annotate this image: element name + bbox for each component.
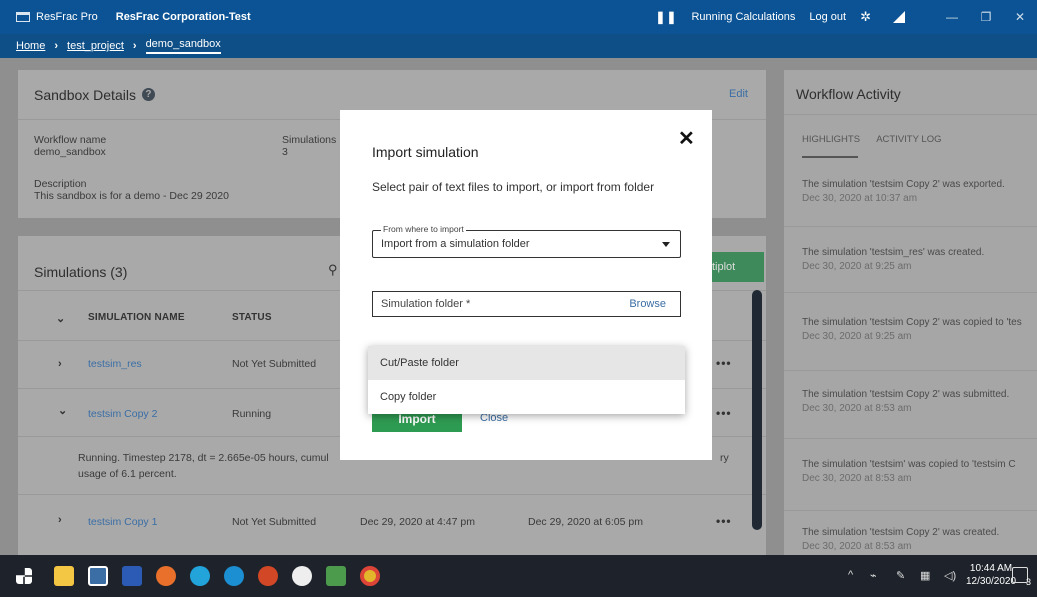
option-cut-paste-folder[interactable]: Cut/Paste folder [368,346,685,380]
more-options-icon[interactable]: ••• [716,514,732,528]
breadcrumb-home[interactable]: Home [16,40,45,52]
dialog-subtitle: Select pair of text files to import, or … [372,180,655,194]
file-explorer-icon[interactable] [54,566,74,586]
edge-icon[interactable] [224,566,244,586]
signal-icon [893,11,905,23]
taskbar: ^ ⌁ ✎ ▦ ◁) 10:44 AM 12/30/2020 3 [0,555,1037,597]
activity-item: The simulation 'testsim_res' was created… [802,247,985,272]
app-name: ResFrac Pro [36,11,98,23]
simulations-title: Simulations (3) [34,264,128,280]
simulation-folder-field[interactable]: Simulation folder * Browse [372,291,681,317]
sandbox-details-title: Sandbox Details [34,86,136,103]
import-source-label: From where to import [381,224,466,234]
close-window-button[interactable]: ✕ [1003,10,1037,24]
organization-name[interactable]: ResFrac Corporation-Test [116,11,251,23]
notification-icon[interactable]: 3 [1012,567,1031,587]
activity-item: The simulation 'testsim' was copied to '… [802,459,1016,484]
chevron-right-icon[interactable]: › [58,514,62,526]
volume-icon[interactable]: ◁) [944,569,956,582]
active-tab-indicator [802,156,858,158]
chrome-icon[interactable] [360,566,380,586]
word-icon[interactable] [122,566,142,586]
option-copy-folder[interactable]: Copy folder [368,380,685,414]
title-bar: ResFrac Pro ResFrac Corporation-Test ❚❚ … [0,0,1037,34]
description-label: Description [34,178,87,190]
gear-icon[interactable]: ✲ [860,9,871,25]
chevron-right-icon: › [132,40,137,52]
chevron-down-icon[interactable]: ⌄ [56,312,65,325]
firefox-icon[interactable] [156,566,176,586]
more-options-icon[interactable]: ••• [716,356,732,370]
app-tray-icon[interactable]: ▦ [920,569,930,582]
running-status-note: Running. Timestep 2178, dt = 2.665e-05 h… [78,452,329,464]
simulation-created: Dec 29, 2020 at 4:47 pm [360,516,475,528]
search-icon[interactable]: ⚲ [328,262,338,278]
more-options-icon[interactable]: ••• [716,406,732,420]
maximize-button[interactable]: ❐ [969,10,1003,24]
help-icon[interactable]: ? [141,88,155,101]
dialog-title: Import simulation [372,144,479,160]
tab-activity-log[interactable]: ACTIVITY LOG [876,134,941,145]
chevron-right-icon[interactable]: › [58,358,62,370]
import-method-dropdown: Cut/Paste folder Copy folder [368,346,685,414]
simulation-name-link[interactable]: testsim Copy 2 [88,408,157,420]
app-logo-icon [16,12,30,22]
minimize-button[interactable]: — [935,10,969,24]
simulation-status: Running [232,408,272,420]
workflow-activity-title: Workflow Activity [796,86,901,102]
activity-item: The simulation 'testsim Copy 2' was copi… [802,317,1022,342]
app-icon[interactable] [292,566,312,586]
import-source-value: Import from a simulation folder [381,238,530,250]
dropdown-arrow-icon[interactable] [662,242,670,247]
breadcrumb-project[interactable]: test_project [67,40,124,52]
simulations-count: 3 [282,146,288,158]
pause-icon[interactable]: ❚❚ [655,10,677,24]
running-calculations-link[interactable]: Running Calculations [691,11,795,23]
close-icon[interactable]: ✕ [678,126,695,151]
system-clock[interactable]: 10:44 AM 12/30/2020 [966,562,1016,588]
browser-icon[interactable] [190,566,210,586]
breadcrumb-current: demo_sandbox [145,38,221,54]
notepad-icon[interactable] [326,566,346,586]
edit-button[interactable]: Edit [729,88,748,100]
activity-item: The simulation 'testsim Copy 2' was crea… [802,527,1000,552]
simulation-folder-placeholder: Simulation folder * [381,298,471,310]
chevron-down-icon[interactable]: ⌄ [58,404,67,417]
pen-icon[interactable]: ✎ [896,569,905,582]
simulation-name-link[interactable]: testsim_res [88,358,142,370]
chevron-up-icon[interactable]: ^ [848,569,853,581]
simulations-label: Simulations [282,134,337,146]
column-header-name[interactable]: SIMULATION NAME [88,312,185,323]
workflow-name-label: Workflow name [34,134,107,146]
simulation-status: Not Yet Submitted [232,358,317,370]
activity-item: The simulation 'testsim Copy 2' was expo… [802,179,1005,204]
resfrac-app-icon[interactable] [88,566,108,586]
workflow-activity-panel: Workflow Activity HIGHLIGHTS ACTIVITY LO… [784,70,1037,556]
powerpoint-icon[interactable] [258,566,278,586]
browse-button[interactable]: Browse [629,298,666,310]
running-status-note-tail: ry [720,452,729,464]
scrollbar[interactable] [752,290,762,530]
activity-item: The simulation 'testsim Copy 2' was subm… [802,389,1010,414]
windows-start-icon[interactable] [16,568,32,584]
running-status-note-cont: usage of 6.1 percent. [78,468,177,480]
simulation-name-link[interactable]: testsim Copy 1 [88,516,157,528]
network-icon[interactable]: ⌁ [870,569,877,582]
workflow-name-value: demo_sandbox [34,146,106,158]
breadcrumb: Home › test_project › demo_sandbox [0,34,1037,58]
column-header-status[interactable]: STATUS [232,312,272,323]
chevron-right-icon: › [54,40,59,52]
description-value: This sandbox is for a demo - Dec 29 2020 [34,190,229,202]
import-source-select[interactable]: From where to import Import from a simul… [372,224,681,258]
logout-link[interactable]: Log out [809,11,846,23]
multiplot-button[interactable]: tiplot [706,252,764,282]
simulation-status: Not Yet Submitted [232,516,317,528]
tab-highlights[interactable]: HIGHLIGHTS [802,134,860,145]
simulation-modified: Dec 29, 2020 at 6:05 pm [528,516,643,528]
